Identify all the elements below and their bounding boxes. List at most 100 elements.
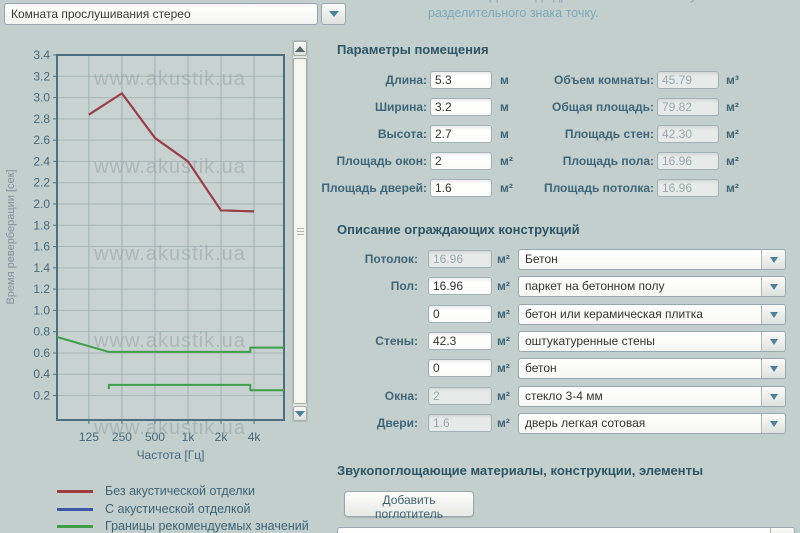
construction-unit: м² [497,250,510,268]
material-select-value: паркет на бетонном полу [525,277,664,296]
param-unit: м² [726,152,739,170]
construction-area-input[interactable] [428,277,492,295]
material-select[interactable]: дверь легкая сотовая [518,413,786,434]
param-input[interactable] [430,125,492,143]
construction-area-input[interactable] [428,332,492,350]
svg-text:0.8: 0.8 [33,325,50,339]
arrow-down-icon [295,411,305,417]
material-select[interactable]: оштукатуренные стены [518,331,786,352]
svg-text:2.0: 2.0 [33,197,50,211]
chevron-down-icon [761,414,785,433]
param-input [657,125,719,143]
construction-area-input[interactable] [428,305,492,323]
scrollbar-thumb[interactable] [293,58,307,404]
svg-text:0.4: 0.4 [33,367,50,381]
material-select-value: бетон [525,359,557,378]
chevron-down-icon [761,387,785,406]
watermark: www.akustik.ua [93,243,246,265]
param-label: Общая площадь: [520,98,654,116]
material-select-value: оштукатуренные стены [525,332,655,351]
construction-unit: м² [497,414,510,432]
construction-label: Стены: [300,332,418,350]
chevron-down-icon [761,305,785,324]
construction-label: Двери: [300,414,418,432]
param-input[interactable] [430,98,492,116]
param-input [657,71,719,89]
material-select[interactable]: бетон [518,358,786,379]
scroll-down-button[interactable] [293,406,307,421]
plot-area [57,55,284,420]
param-label: Площадь потолка: [520,179,654,197]
param-label: Длина: [300,71,427,89]
constructions-title: Описание ограждающих конструкций [337,222,580,237]
svg-text:4k: 4k [248,430,262,444]
construction-area-input [428,387,492,405]
watermark: www.akustik.ua [93,156,246,178]
material-select-value: дверь легкая сотовая [525,414,645,433]
param-input[interactable] [430,71,492,89]
y-axis-label: Время реверберации [сек] [5,169,17,304]
param-unit: м² [726,98,739,116]
legend-line-swatch [57,525,93,528]
scroll-up-button[interactable] [293,41,307,56]
thumb-grip [297,228,304,229]
param-label: Объем комнаты: [520,71,654,89]
material-select[interactable]: паркет на бетонном полу [518,276,786,297]
material-select[interactable]: стекло 3-4 мм [518,386,786,407]
room-type-select-button[interactable] [321,3,346,25]
svg-text:0.6: 0.6 [33,346,50,360]
absorbers-title: Звукопоглощающие материалы, конструкции,… [337,463,703,478]
watermark: www.akustik.ua [93,330,246,352]
param-unit: м² [726,179,739,197]
construction-area-input[interactable] [428,359,492,377]
param-unit: м² [726,125,739,143]
construction-unit: м² [497,332,510,350]
param-input [657,98,719,116]
param-unit: м [500,98,509,116]
construction-area-input [428,414,492,432]
svg-text:2.4: 2.4 [33,154,50,168]
svg-text:0.2: 0.2 [33,389,50,403]
material-select[interactable]: Бетон [518,249,786,270]
param-unit: м [500,125,509,143]
chevron-down-icon [761,359,785,378]
svg-text:2.8: 2.8 [33,112,50,126]
construction-label: Пол: [300,277,418,295]
svg-text:2.2: 2.2 [33,176,50,190]
chart-scrollbar[interactable] [292,40,308,422]
param-input [657,179,719,197]
construction-label: Потолок: [300,250,418,268]
param-input [657,152,719,170]
chevron-down-icon [770,528,794,533]
chevron-down-icon [761,332,785,351]
material-select-value: бетон или керамическая плитка [525,305,703,324]
svg-text:1.8: 1.8 [33,218,50,232]
legend-label: Границы рекомендуемых значений [105,519,309,533]
legend-line-swatch [57,490,93,493]
svg-text:1.0: 1.0 [33,303,50,317]
chevron-down-icon [761,277,785,296]
add-absorber-button[interactable]: Добавить поглотитель [344,491,474,517]
room-params-title: Параметры помещения [337,42,489,57]
param-label: Ширина: [300,98,427,116]
param-label: Площадь окон: [300,152,427,170]
svg-text:3.0: 3.0 [33,91,50,105]
param-input[interactable] [430,152,492,170]
construction-unit: м² [497,277,510,295]
construction-label: Окна: [300,387,418,405]
absorber-material-select[interactable] [337,527,795,533]
param-unit: м² [500,179,513,197]
param-label: Площадь пола: [520,152,654,170]
param-input[interactable] [430,179,492,197]
x-axis-label: Частота [Гц] [137,448,205,462]
material-select-value: Бетон [525,250,558,269]
material-select[interactable]: бетон или керамическая плитка [518,304,786,325]
svg-text:3.2: 3.2 [33,69,50,83]
construction-area-input [428,250,492,268]
legend-label: Без акустической отделки [105,484,255,498]
watermark: www.akustik.ua [93,68,246,90]
param-label: Высота: [300,125,427,143]
param-unit: м³ [726,71,739,89]
construction-unit: м² [497,305,510,323]
svg-text:1.2: 1.2 [33,282,50,296]
